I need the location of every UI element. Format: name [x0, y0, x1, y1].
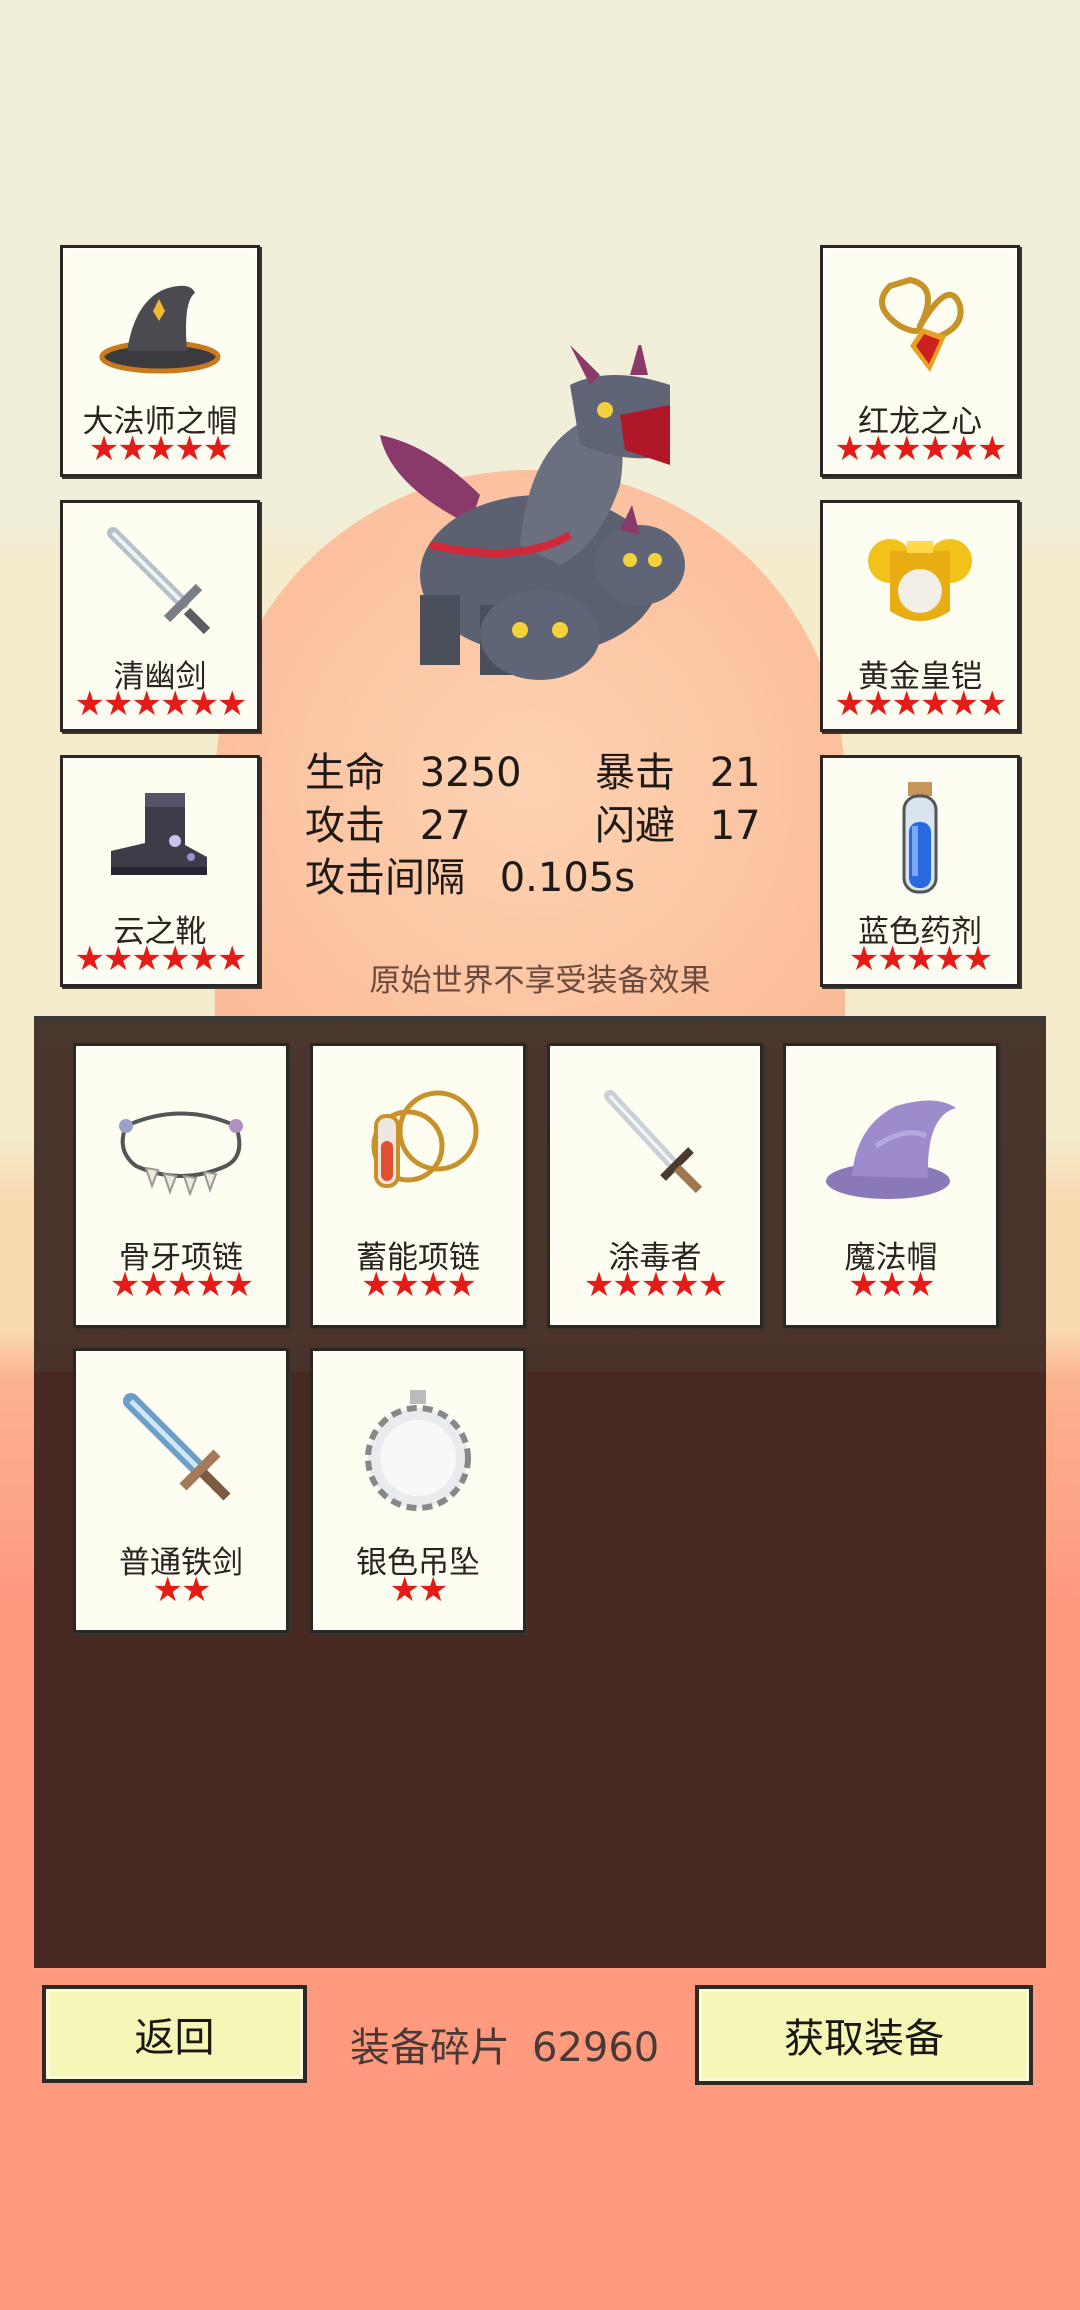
- dagger-icon: [550, 1086, 760, 1206]
- stat-attack: 攻击 27: [305, 793, 471, 851]
- stat-attack-interval: 攻击间隔 0.105s: [305, 845, 635, 903]
- inventory-item[interactable]: 魔法帽 ★★★: [783, 1043, 999, 1328]
- star-rating: ★★: [389, 1570, 449, 1610]
- stat-hp-label: 生命: [305, 750, 385, 796]
- equipped-slot-amulet[interactable]: 红龙之心 ★★★★★★: [820, 245, 1020, 477]
- stat-crit-label: 暴击: [595, 750, 675, 796]
- golden-armor-icon: [823, 521, 1017, 641]
- inventory-item[interactable]: 蓄能项链 ★★★★: [310, 1043, 526, 1328]
- blue-potion-icon: [823, 776, 1017, 896]
- star-rating: ★★★: [848, 1265, 935, 1305]
- equipment-shards: 装备碎片 62960: [350, 2015, 659, 2073]
- silver-pendant-icon: [313, 1390, 523, 1511]
- stat-crit: 暴击 21: [595, 740, 761, 798]
- equipped-slot-armor[interactable]: 黄金皇铠 ★★★★★★: [820, 500, 1020, 732]
- iron-sword-icon: [76, 1391, 286, 1511]
- stat-interval-label: 攻击间隔: [305, 855, 465, 901]
- star-rating: ★★★★★: [109, 1265, 254, 1305]
- star-rating: ★★★★★★: [834, 684, 1008, 724]
- get-equipment-button[interactable]: 获取装备: [695, 1985, 1033, 2085]
- stat-dodge-label: 闪避: [595, 803, 675, 849]
- stat-attack-value: 27: [419, 803, 471, 849]
- star-rating: ★★★★★: [848, 939, 993, 979]
- stat-hp-value: 3250: [419, 750, 522, 796]
- red-amulet-icon: [823, 266, 1017, 386]
- equipped-slot-boots[interactable]: 云之靴 ★★★★★★: [60, 755, 260, 987]
- boots-icon: [63, 776, 257, 896]
- dragon-character: [370, 340, 710, 695]
- inventory-item[interactable]: 银色吊坠 ★★: [310, 1348, 526, 1633]
- star-rating: ★★★★★: [88, 429, 233, 469]
- stat-dodge: 闪避 17: [595, 793, 761, 851]
- stat-attack-label: 攻击: [305, 803, 385, 849]
- stat-hp: 生命 3250: [305, 740, 522, 798]
- world-notice: 原始世界不享受装备效果: [369, 963, 711, 999]
- stat-crit-value: 21: [709, 750, 761, 796]
- equipped-slot-weapon[interactable]: 清幽剑 ★★★★★★: [60, 500, 260, 732]
- star-rating: ★★★★★: [583, 1265, 728, 1305]
- stat-interval-value: 0.105s: [499, 855, 636, 901]
- back-button[interactable]: 返回: [42, 1985, 307, 2083]
- equipped-slot-hat[interactable]: 大法师之帽 ★★★★★: [60, 245, 260, 477]
- inventory-item[interactable]: 普通铁剑 ★★: [73, 1348, 289, 1633]
- inventory-item[interactable]: 骨牙项链 ★★★★★: [73, 1043, 289, 1328]
- star-rating: ★★★★★★: [74, 939, 248, 979]
- stat-dodge-value: 17: [709, 803, 761, 849]
- star-rating: ★★★★: [361, 1265, 477, 1305]
- sword-icon: [63, 521, 257, 641]
- equipped-slot-potion[interactable]: 蓝色药剂 ★★★★★: [820, 755, 1020, 987]
- shards-label: 装备碎片: [350, 2025, 510, 2071]
- bone-necklace-icon: [76, 1086, 286, 1206]
- wizard-hat-icon: [63, 266, 257, 386]
- shards-value: 62960: [532, 2025, 660, 2071]
- star-rating: ★★★★★★: [74, 684, 248, 724]
- charge-necklace-icon: [313, 1086, 523, 1206]
- inventory-item[interactable]: 涂毒者 ★★★★★: [547, 1043, 763, 1328]
- purple-wizard-hat-icon: [786, 1086, 996, 1206]
- star-rating: ★★★★★★: [834, 429, 1008, 469]
- star-rating: ★★: [152, 1570, 212, 1610]
